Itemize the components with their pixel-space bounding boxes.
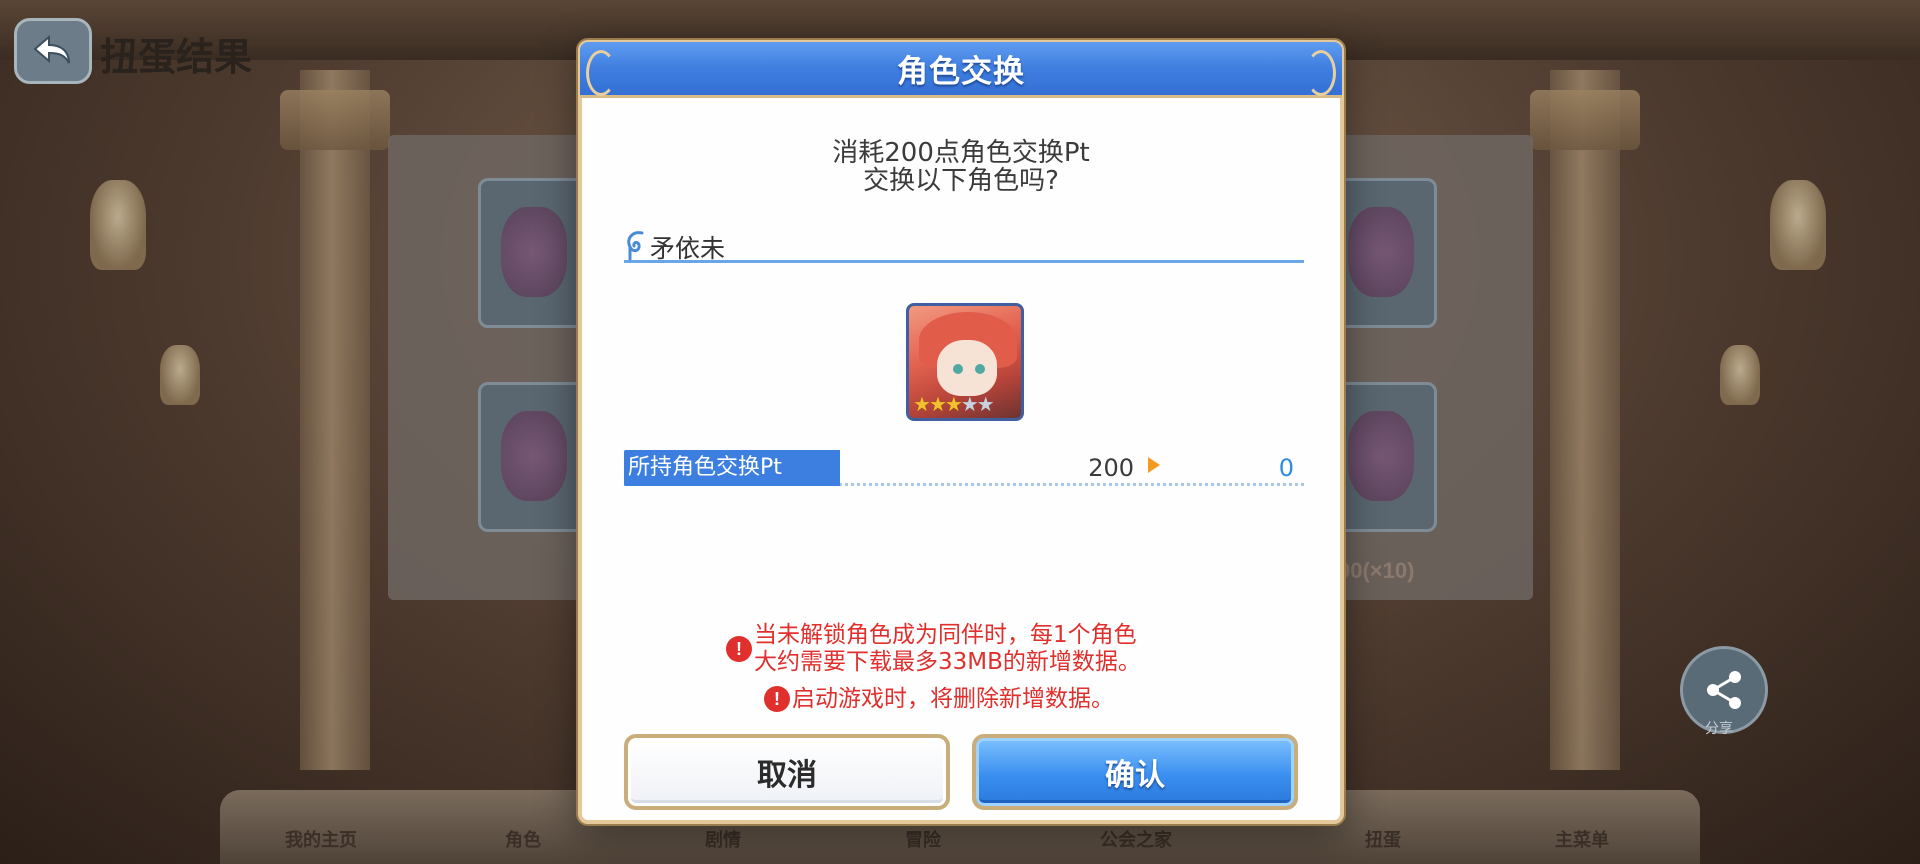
cancel-button-label: 取消	[757, 758, 817, 793]
exchange-pt-label: 所持角色交换Pt	[624, 450, 840, 486]
star-icon: ★	[944, 392, 963, 416]
confirm-button[interactable]: 确认	[972, 734, 1298, 810]
nav-item-home[interactable]: 我的主页	[285, 826, 357, 852]
warning-icon: !	[726, 636, 752, 662]
pt-before-value: 200	[1088, 454, 1134, 482]
background-pillar	[300, 70, 370, 770]
screen-title: 扭蛋结果	[100, 37, 253, 79]
star-empty-icon: ★	[960, 392, 979, 416]
nav-item-character[interactable]: 角色	[505, 826, 541, 852]
background-pillar	[1550, 70, 1620, 770]
star-icon: ★	[913, 392, 931, 416]
nav-item-story[interactable]: 剧情	[705, 826, 741, 852]
warning-download-line1: 当未解锁角色成为同伴时，每1个角色	[754, 622, 1137, 648]
cancel-button[interactable]: 取消	[624, 734, 950, 810]
swirl-ornament-icon	[627, 231, 644, 261]
dialog-title: 角色交换	[897, 54, 1025, 90]
background-pillar-cap	[1530, 90, 1640, 150]
star-empty-icon: ★	[976, 392, 995, 416]
background-lamp	[160, 345, 200, 405]
nav-item-adventure[interactable]: 冒险	[905, 826, 941, 852]
background-pillar-cap	[280, 90, 390, 150]
share-icon	[1707, 671, 1741, 709]
character-name: 矛依未	[650, 234, 726, 263]
star-rating: ★★★★★	[913, 392, 995, 416]
arrow-right-icon	[1148, 457, 1160, 473]
character-portrait: ★★★★★	[906, 303, 1024, 421]
share-label: 分享	[1705, 720, 1733, 736]
result-card	[478, 382, 590, 532]
back-button[interactable]	[14, 18, 92, 84]
background-lamp	[1770, 180, 1826, 270]
portrait-eye	[953, 364, 963, 374]
background-lamp	[90, 180, 146, 270]
character-exchange-dialog: 角色交换 消耗200点角色交换Pt 交换以下角色吗? 矛依未 ★★★★★ 所持角…	[578, 40, 1344, 824]
background-count-text: 00(×10)	[1338, 558, 1415, 583]
warning-delete-data: 启动游戏时，将删除新增数据。	[792, 686, 1114, 712]
portrait-face	[937, 340, 997, 396]
confirm-button-label: 确认	[1105, 758, 1165, 793]
confirm-message-line2: 交换以下角色吗?	[863, 166, 1059, 196]
portrait-eye	[975, 364, 985, 374]
nav-item-guild-house[interactable]: 公会之家	[1100, 826, 1172, 852]
background-lamp	[1720, 345, 1760, 405]
exchange-pt-row: 所持角色交换Pt 200 0	[624, 450, 1304, 486]
nav-item-main-menu[interactable]: 主菜单	[1555, 826, 1609, 852]
star-icon: ★	[928, 392, 947, 416]
character-name-row: 矛依未	[624, 227, 1304, 263]
warning-icon: !	[764, 686, 790, 712]
result-card	[478, 178, 590, 328]
confirm-message-line1: 消耗200点角色交换Pt	[832, 138, 1090, 168]
back-arrow-icon	[33, 34, 70, 64]
warning-download-line2: 大约需要下载最多33MB的新增数据。	[754, 649, 1141, 675]
pt-after-value: 0	[1278, 454, 1294, 482]
nav-item-gacha[interactable]: 扭蛋	[1365, 826, 1401, 852]
dialog-header: 角色交换	[580, 42, 1342, 98]
